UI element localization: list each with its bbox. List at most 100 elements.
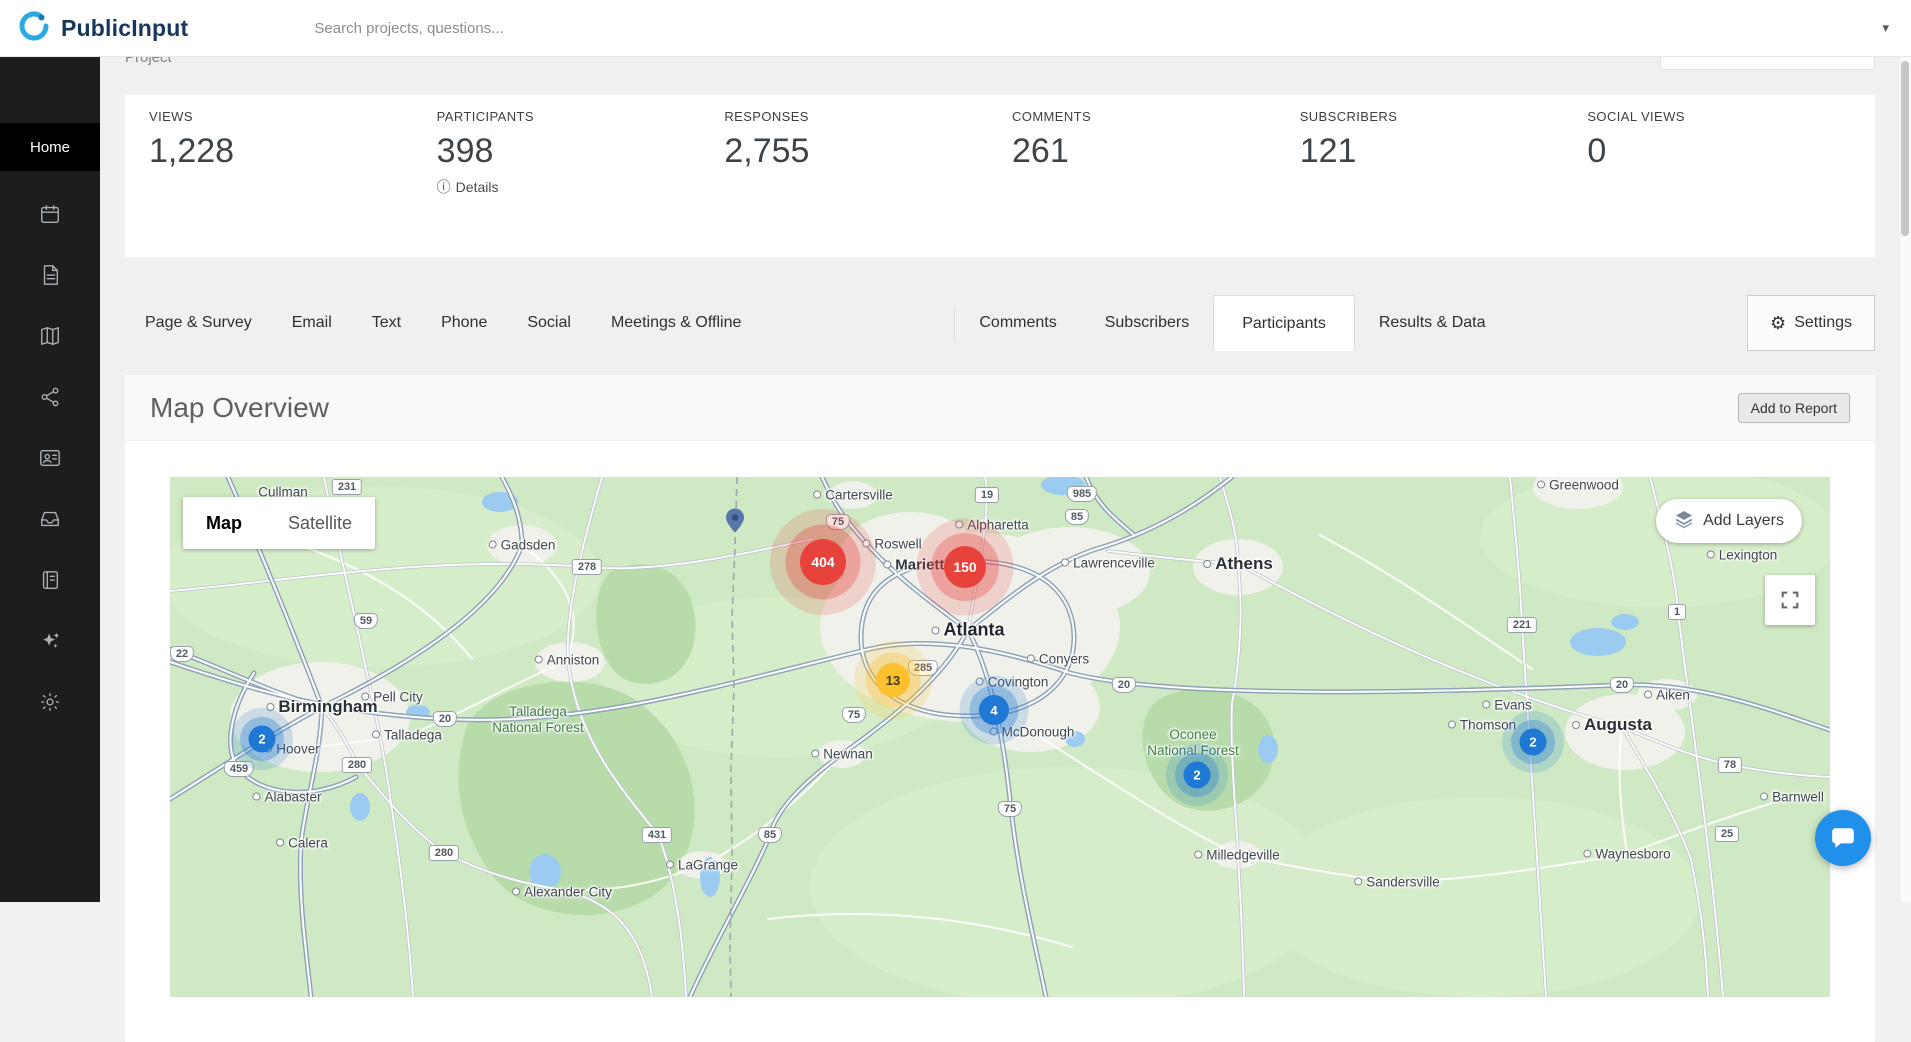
details-label: Details [456, 179, 499, 195]
notebook-icon[interactable] [0, 549, 100, 610]
map-city-label: Milledgeville [1194, 848, 1280, 863]
document-icon[interactable] [0, 244, 100, 305]
map-overview-card: Map Overview Add to Report [125, 375, 1875, 1042]
stat-value: 0 [1587, 132, 1875, 171]
road-shield: 85 [1065, 509, 1089, 525]
road-shield: 985 [1067, 486, 1097, 502]
map-pin-icon[interactable] [726, 508, 744, 537]
map-city-label: Barnwell [1760, 790, 1824, 805]
tab-social[interactable]: Social [507, 295, 591, 351]
brand-swirl-icon [17, 9, 51, 48]
road-shield: 280 [342, 757, 372, 773]
map-city-label: LaGrange [666, 858, 738, 873]
calendar-icon[interactable] [0, 183, 100, 244]
road-shield: 19 [975, 487, 999, 503]
stat-label: SOCIAL VIEWS [1587, 109, 1875, 124]
fullscreen-button[interactable] [1765, 575, 1815, 625]
stat-value: 121 [1300, 132, 1588, 171]
road-shield: 221 [1507, 617, 1537, 633]
road-shield: 20 [1112, 677, 1136, 693]
map-city-label: Gadsden [489, 538, 556, 553]
brand-logo[interactable]: PublicInput [0, 9, 188, 48]
sidebar-item-home[interactable]: Home [0, 123, 100, 171]
account-caret-icon[interactable]: ▾ [1882, 20, 1889, 36]
map-city-label: Newnan [811, 747, 873, 762]
road-shield: 431 [642, 827, 672, 843]
stat-value: 2,755 [724, 132, 1012, 171]
brand-name: PublicInput [61, 15, 188, 42]
road-shield: 278 [572, 559, 602, 575]
map-city-label: Talladega [372, 728, 442, 743]
tab-settings[interactable]: ⚙ Settings [1747, 295, 1875, 351]
stat-value: 398 [437, 132, 725, 171]
map-city-label: Aiken [1644, 688, 1690, 703]
road-shield: 280 [429, 845, 459, 861]
road-shield: 59 [354, 613, 378, 629]
map-type-control: Map Satellite [183, 497, 375, 549]
scrolled-action-button[interactable] [1660, 57, 1875, 70]
map-city-label: Atlanta [931, 620, 1004, 641]
page-scrollbar[interactable] [1899, 57, 1911, 902]
tab-participants-active[interactable]: Participants [1213, 295, 1355, 351]
stat-social-views: SOCIAL VIEWS 0 [1587, 109, 1875, 257]
map-city-label: Greenwood [1537, 478, 1619, 493]
tab-page-survey[interactable]: Page & Survey [125, 295, 272, 351]
map-city-label: Augusta [1572, 715, 1652, 735]
stat-label: SUBSCRIBERS [1300, 109, 1588, 124]
add-layers-button[interactable]: Add Layers [1656, 499, 1802, 543]
road-shield: 22 [170, 646, 194, 662]
tab-results-data[interactable]: Results & Data [1355, 295, 1510, 351]
stat-responses: RESPONSES 2,755 [724, 109, 1012, 257]
info-icon: ⓘ [437, 177, 451, 197]
tab-phone[interactable]: Phone [421, 295, 507, 351]
tab-email[interactable]: Email [272, 295, 352, 351]
map-city-label: Anniston [535, 653, 600, 668]
settings-label: Settings [1794, 314, 1852, 332]
chat-launcher-button[interactable] [1815, 810, 1871, 866]
sidebar-nav [0, 183, 100, 732]
map-city-label: Conyers [1027, 652, 1089, 667]
map-city-label: Lexington [1707, 548, 1778, 563]
gear-icon: ⚙ [1770, 313, 1786, 334]
participants-details-link[interactable]: ⓘ Details [437, 177, 499, 197]
map-city-label: Waynesboro [1583, 847, 1670, 862]
road-shield: 85 [758, 827, 782, 843]
map-icon[interactable] [0, 305, 100, 366]
map-city-label: Alexander City [512, 885, 612, 900]
tab-text[interactable]: Text [352, 295, 421, 351]
scrollbar-thumb[interactable] [1901, 61, 1909, 236]
tab-meetings-offline[interactable]: Meetings & Offline [591, 295, 761, 351]
tab-subscribers[interactable]: Subscribers [1081, 295, 1213, 351]
layers-icon [1674, 509, 1694, 534]
map-city-label: Athens [1203, 554, 1273, 574]
add-to-report-button[interactable]: Add to Report [1738, 393, 1850, 423]
contact-card-icon[interactable] [0, 427, 100, 488]
sparkles-icon[interactable] [0, 610, 100, 671]
map-city-label: Lawrenceville [1061, 556, 1155, 571]
road-shield: 20 [433, 711, 457, 727]
stat-subscribers: SUBSCRIBERS 121 [1300, 109, 1588, 257]
inbox-icon[interactable] [0, 488, 100, 549]
main-content: Project VIEWS 1,228 PARTICIPANTS 398 ⓘ D… [100, 57, 1911, 902]
stat-label: RESPONSES [724, 109, 1012, 124]
road-shield: 75 [842, 707, 866, 723]
map-type-satellite-button[interactable]: Satellite [265, 497, 375, 549]
settings-gear-icon[interactable] [0, 671, 100, 732]
share-icon[interactable] [0, 366, 100, 427]
map-city-label: Calera [276, 836, 328, 851]
sidebar: Home [0, 57, 100, 902]
stat-participants: PARTICIPANTS 398 ⓘ Details [437, 109, 725, 257]
map-panel-heading: Map Overview Add to Report [125, 375, 1875, 441]
map-city-label: Sandersville [1354, 875, 1440, 890]
map-canvas[interactable]: CullmanCartersvilleAlpharettaRoswellMari… [170, 477, 1830, 997]
road-shield: 20 [1610, 677, 1634, 693]
tab-comments[interactable]: Comments [955, 295, 1080, 351]
search-input[interactable] [314, 20, 1034, 37]
stat-comments: COMMENTS 261 [1012, 109, 1300, 257]
sidebar-home-label: Home [30, 139, 70, 156]
stat-label: COMMENTS [1012, 109, 1300, 124]
add-layers-label: Add Layers [1703, 512, 1784, 530]
map-panel-title: Map Overview [150, 392, 329, 424]
map-type-map-button[interactable]: Map [183, 497, 265, 549]
road-shield: 1 [1668, 604, 1686, 620]
